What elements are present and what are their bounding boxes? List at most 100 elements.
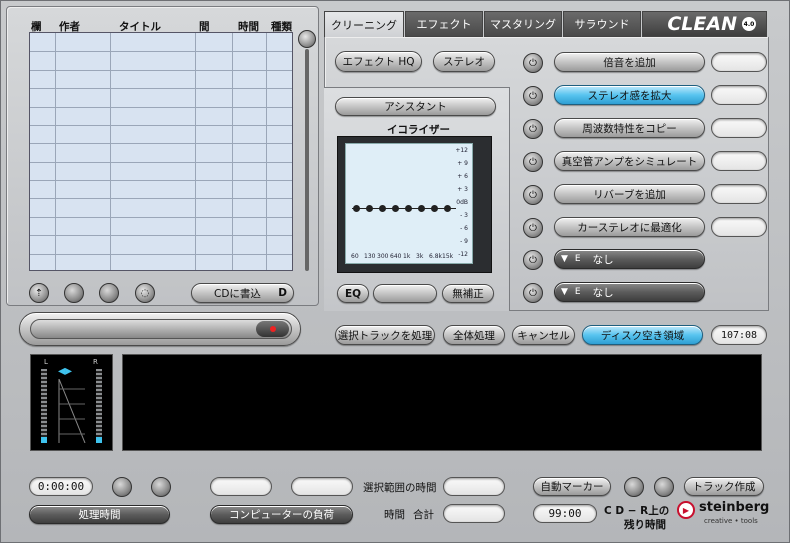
auto-marker-button[interactable]: 自動マーカー [533, 477, 611, 496]
effect-dropdown-2[interactable]: ▼ E なし [554, 282, 705, 302]
table-row-line [30, 106, 292, 108]
table-row-line [30, 180, 292, 182]
grid-icon[interactable] [64, 283, 84, 303]
cdr-label-line1: C D − R上の [604, 505, 670, 517]
disk-space-button[interactable]: ディスク空き領域 [582, 325, 703, 345]
time-label: 時間 [384, 509, 405, 521]
up-arrow-icon[interactable]: ⇡ [29, 283, 49, 303]
action-button[interactable]: ステレオ感を拡大 [554, 85, 705, 105]
logo-area: CLEAN 4.0 [642, 11, 767, 37]
eq-db-tick: - 3 [460, 212, 468, 219]
track-table[interactable] [29, 32, 293, 271]
eq-band-handle[interactable] [353, 205, 360, 212]
no-correction-button[interactable]: 無補正 [442, 284, 494, 303]
meter-right-label: R [93, 358, 98, 366]
track-create-button[interactable]: トラック作成 [684, 477, 764, 496]
tab-effect[interactable]: エフェクト [405, 11, 483, 37]
eq-band-handle[interactable] [366, 205, 373, 212]
eq-band-handle[interactable] [431, 205, 438, 212]
power-icon[interactable]: ⏻ [523, 53, 543, 73]
eq-freq-tick: 640 [390, 253, 402, 260]
time-display: 0:00:00 [29, 477, 93, 496]
action-button[interactable]: 倍音を追加 [554, 52, 705, 72]
cancel-button[interactable]: キャンセル [512, 325, 575, 345]
eq-band-handle[interactable] [405, 205, 412, 212]
action-amount-field[interactable] [711, 118, 767, 138]
eq-freq-tick: 15k [442, 253, 454, 260]
eq-band-handle[interactable] [392, 205, 399, 212]
action-amount-field[interactable] [711, 184, 767, 204]
power-icon[interactable]: ⏻ [523, 86, 543, 106]
assistant-button[interactable]: アシスタント [335, 97, 496, 116]
cdr-remaining-display: 99:00 [533, 504, 597, 523]
eq-band-handle[interactable] [444, 205, 451, 212]
tab-cleaning[interactable]: クリーニング [324, 11, 404, 37]
eq-band-handle[interactable] [379, 205, 386, 212]
disk-space-value: 107:08 [711, 325, 767, 345]
meter-left-label: L [44, 358, 48, 366]
table-row-line [30, 51, 292, 53]
cd-write-label: CDに書込 [214, 287, 261, 300]
table-col-line [195, 33, 196, 270]
grid-icon[interactable] [99, 283, 119, 303]
action-button[interactable]: 周波数特性をコピー [554, 118, 705, 138]
eq-display[interactable]: +12 + 9 + 6 + 3 0dB - 3 - 6 - 9 -12 60 130 300 640 1k… [345, 143, 473, 264]
action-button[interactable]: リバーブを追加 [554, 184, 705, 204]
grid-icon[interactable] [624, 477, 644, 497]
record-icon[interactable] [256, 321, 289, 337]
process-all-button[interactable]: 全体処理 [443, 325, 505, 345]
scroll-thumb-icon[interactable] [298, 30, 316, 48]
clean-window: 欄 作者 タイトル 間 時間 種類 ⇡ ◌ CDに書込 D クリーニング エフェ… [0, 0, 790, 543]
process-time-button[interactable]: 処理時間 [29, 505, 170, 524]
power-icon[interactable]: ⏻ [523, 119, 543, 139]
eq-band-handle[interactable] [418, 205, 425, 212]
stereo-width-diagram [58, 379, 86, 443]
table-row-line [30, 235, 292, 237]
tab-mastering[interactable]: マスタリング [484, 11, 562, 37]
eq-db-tick: - 6 [460, 225, 468, 232]
table-col-line [232, 33, 233, 270]
action-amount-field[interactable] [711, 85, 767, 105]
cpu-load-button[interactable]: コンピューターの負荷 [210, 505, 353, 524]
track-scrollbar[interactable] [305, 49, 309, 271]
chevron-down-icon: ▼ [561, 287, 568, 297]
total-label: 合計 [413, 509, 434, 521]
cd-write-button[interactable]: CDに書込 D [191, 283, 294, 303]
action-button[interactable]: カーステレオに最適化 [554, 217, 705, 237]
dropdown-value: なし [592, 286, 614, 299]
stereo-button[interactable]: ステレオ [433, 51, 495, 72]
action-amount-field[interactable] [711, 217, 767, 237]
brand-tagline: creative • tools [704, 517, 758, 525]
power-icon[interactable]: ⏻ [523, 152, 543, 172]
table-row-line [30, 143, 292, 145]
power-icon[interactable]: ⏻ [523, 218, 543, 238]
process-selected-button[interactable]: 選択トラックを処理 [335, 325, 435, 345]
transport-track[interactable] [30, 319, 292, 339]
eq-slider-button[interactable] [373, 284, 437, 303]
action-amount-field[interactable] [711, 151, 767, 171]
eq-freq-tick: 1k [403, 253, 411, 260]
chevron-down-icon: ▼ [561, 254, 568, 264]
cdr-label-line2: 残り時間 [624, 519, 666, 531]
stereo-width-arrows-icon: ◂▸ [58, 363, 73, 379]
effect-hq-button[interactable]: エフェクト HQ [335, 51, 422, 72]
eq-button[interactable]: EQ [337, 284, 369, 303]
meter-left-bar [41, 369, 47, 443]
waveform-display[interactable] [122, 354, 762, 451]
speech-bubble-icon[interactable]: ◌ [135, 283, 155, 303]
grid-icon[interactable] [654, 477, 674, 497]
action-amount-field[interactable] [711, 52, 767, 72]
total-time-field [443, 504, 505, 523]
tab-surround[interactable]: サラウンド [563, 11, 641, 37]
table-row-line [30, 88, 292, 90]
action-button[interactable]: 真空管アンプをシミュレート [554, 151, 705, 171]
power-icon[interactable]: ⏻ [523, 185, 543, 205]
eq-freq-tick: 60 [351, 253, 359, 260]
grid-icon[interactable] [151, 477, 171, 497]
power-icon[interactable]: ⏻ [523, 250, 543, 270]
effect-dropdown-1[interactable]: ▼ E なし [554, 249, 705, 269]
power-icon[interactable]: ⏻ [523, 283, 543, 303]
grid-icon[interactable] [112, 477, 132, 497]
table-row-line [30, 161, 292, 163]
table-row-line [30, 198, 292, 200]
